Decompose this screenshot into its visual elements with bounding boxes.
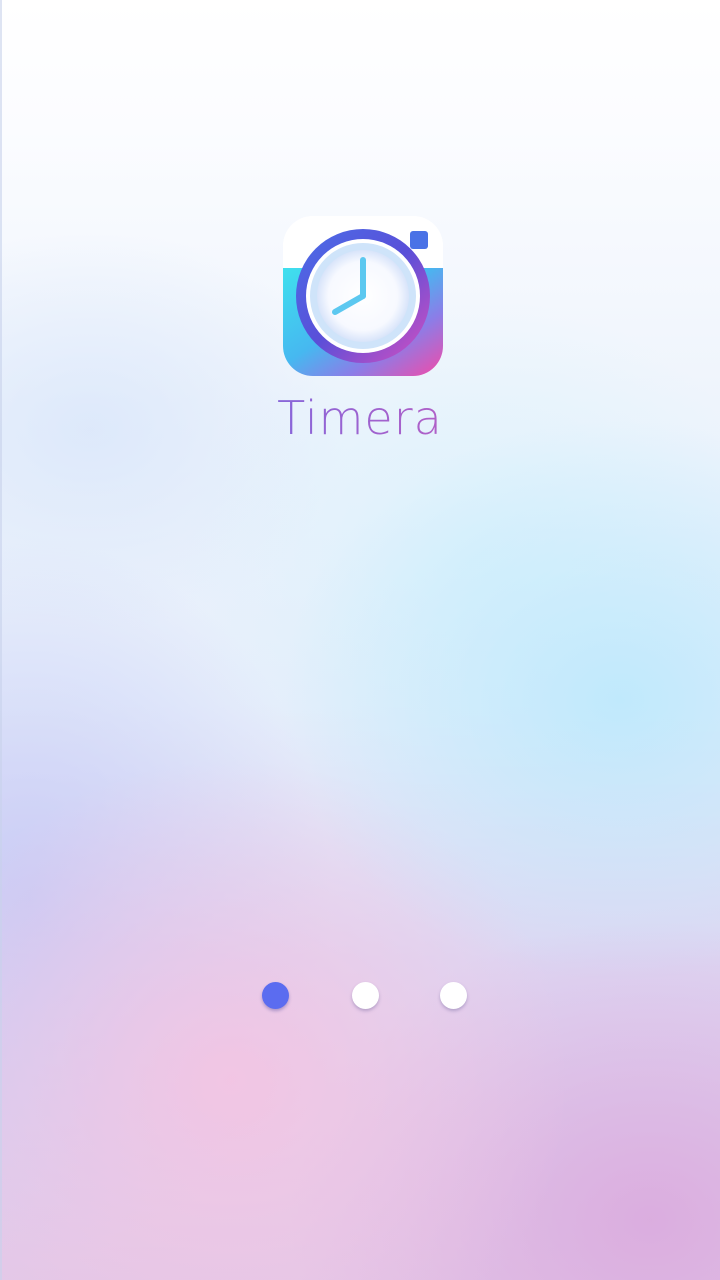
- app-name: Timera: [0, 388, 720, 448]
- page-indicator: [0, 982, 720, 1010]
- gradient-background: [0, 0, 720, 1280]
- page-dot-2[interactable]: [352, 982, 379, 1009]
- splash-screen: Timera: [0, 0, 720, 1280]
- page-dot-1[interactable]: [262, 982, 289, 1009]
- screen-edge: [0, 0, 2, 1280]
- page-dot-3[interactable]: [440, 982, 467, 1009]
- clock-camera-icon: [283, 216, 443, 376]
